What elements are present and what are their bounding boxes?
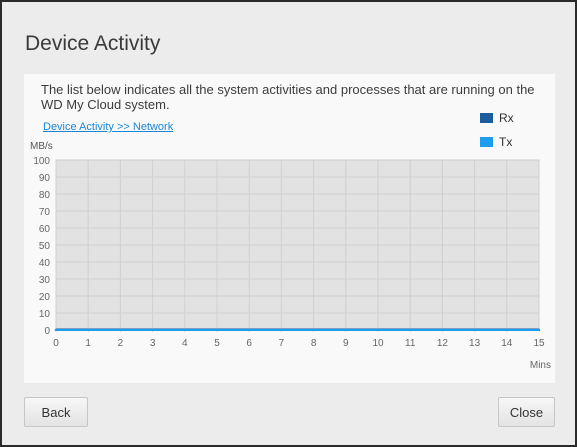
x-tick-label: 9 [343,338,349,349]
back-button[interactable]: Back [24,397,88,427]
data-point-tx [119,328,122,332]
data-point-tx [183,328,186,332]
data-point-tx [151,328,154,332]
y-tick-label: 30 [39,275,51,286]
data-point-tx [312,328,315,332]
y-axis-unit: MB/s [30,141,53,152]
data-point-tx [248,328,251,332]
x-tick-label: 15 [533,338,545,349]
x-axis-label: Mins [530,360,551,371]
network-activity-link[interactable]: Device Activity >> Network [43,121,173,133]
y-tick-label: 20 [39,292,51,303]
close-button[interactable]: Close [498,397,555,427]
y-tick-label: 90 [39,173,51,184]
data-point-tx [280,328,283,332]
x-tick-label: 6 [246,338,252,349]
legend-rx-swatch [480,113,493,123]
data-point-tx [505,328,508,332]
activity-panel: The list below indicates all the system … [24,74,555,383]
legend-rx: Rx [480,111,514,125]
x-tick-label: 0 [53,338,59,349]
device-activity-dialog: Device Activity The list below indicates… [0,0,577,447]
y-tick-label: 50 [39,241,51,252]
data-point-tx [344,328,347,332]
y-tick-label: 80 [39,190,51,201]
description-text: The list below indicates all the system … [41,82,535,112]
data-point-tx [441,328,444,332]
x-tick-label: 2 [118,338,124,349]
data-point-tx [409,328,412,332]
y-tick-label: 40 [39,258,51,269]
x-tick-label: 11 [405,338,416,349]
dialog-title: Device Activity [25,32,161,55]
x-tick-label: 10 [372,338,384,349]
x-tick-label: 1 [85,338,91,349]
legend-tx-swatch [480,137,493,147]
y-tick-label: 60 [39,224,51,235]
y-tick-label: 100 [33,156,50,167]
legend-tx: Tx [480,135,512,149]
data-point-tx [215,328,219,332]
x-tick-label: 12 [437,338,449,349]
x-tick-label: 3 [150,338,156,349]
data-point-tx [537,328,541,332]
x-tick-label: 5 [214,338,220,349]
data-point-tx [54,328,58,332]
data-point-tx [473,328,476,332]
x-tick-label: 13 [469,338,481,349]
activity-chart: 01020304050607080901000 1 2 3 4 5 6 7 8 9 10 11 12 13… [33,156,551,371]
y-tick-label: 70 [39,207,51,218]
y-tick-label: 0 [44,326,50,337]
legend-tx-label: Tx [499,135,513,149]
data-point-tx [376,328,380,332]
x-tick-label: 7 [279,338,285,349]
legend-rx-label: Rx [499,111,514,125]
x-tick-label: 14 [501,338,513,349]
x-tick-label: 8 [311,338,317,349]
data-point-tx [87,328,90,332]
x-tick-label: 4 [182,338,188,349]
y-tick-label: 10 [39,309,51,320]
